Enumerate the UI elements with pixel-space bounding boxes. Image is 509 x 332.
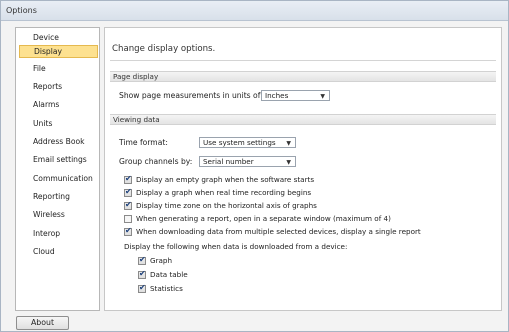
page-title: Change display options.: [112, 44, 216, 54]
units-dropdown[interactable]: Inches ▼: [261, 90, 330, 101]
check-icon: ✔: [139, 283, 146, 292]
time-format-dropdown[interactable]: Use system settings ▼: [199, 137, 296, 148]
time-format-label: Time format:: [119, 138, 168, 147]
checkbox-single-report[interactable]: ✔: [124, 226, 132, 236]
checkbox-statistics[interactable]: ✔: [138, 283, 146, 293]
check-icon: ✔: [139, 255, 146, 264]
sidebar: Device Display File Reports Alarms Units…: [15, 27, 100, 311]
about-button[interactable]: About: [16, 316, 69, 330]
checkbox-label: Display an empty graph when the software…: [136, 175, 315, 184]
options-window: Options Device Display File Reports Alar…: [0, 0, 509, 332]
checkbox-label: When generating a report, open in a sepa…: [136, 214, 391, 223]
checkbox-row-single-report[interactable]: ✔ When downloading data from multiple se…: [124, 226, 494, 237]
check-icon: ✔: [139, 269, 146, 278]
checkbox-row-time-zone[interactable]: ✔ Display time zone on the horizontal ax…: [124, 200, 494, 211]
checkbox-row-data-table[interactable]: ✔ Data table: [138, 269, 258, 280]
checkbox-label: Data table: [150, 270, 188, 279]
checkbox-realtime-graph[interactable]: ✔: [124, 187, 132, 197]
checkbox-row-graph[interactable]: ✔ Graph: [138, 255, 258, 266]
checkbox-time-zone[interactable]: ✔: [124, 200, 132, 210]
group-channels-dropdown[interactable]: Serial number ▼: [199, 156, 296, 167]
window-title: Options: [6, 6, 37, 15]
sidebar-item-wireless[interactable]: Wireless: [19, 208, 98, 221]
title-divider: [110, 60, 496, 61]
checkbox-label: When downloading data from multiple sele…: [136, 227, 421, 236]
sidebar-item-interop[interactable]: Interop: [19, 227, 98, 240]
group-channels-dropdown-value: Serial number: [203, 157, 254, 166]
sidebar-item-units[interactable]: Units: [19, 117, 98, 130]
sidebar-item-reports[interactable]: Reports: [19, 80, 98, 93]
download-options-label: Display the following when data is downl…: [124, 242, 348, 251]
units-label: Show page measurements in units of:: [119, 91, 263, 100]
sidebar-item-reporting[interactable]: Reporting: [19, 190, 98, 203]
chevron-down-icon: ▼: [286, 140, 291, 147]
check-icon: ✔: [125, 200, 132, 209]
checkbox-label: Statistics: [150, 284, 183, 293]
section-header-viewing-data: Viewing data: [110, 114, 496, 125]
checkbox-label: Display time zone on the horizontal axis…: [136, 201, 317, 210]
title-bar[interactable]: Options: [1, 1, 508, 21]
checkbox-row-realtime-graph[interactable]: ✔ Display a graph when real time recordi…: [124, 187, 494, 198]
checkbox-row-empty-graph[interactable]: ✔ Display an empty graph when the softwa…: [124, 174, 494, 185]
check-icon: ✔: [125, 187, 132, 196]
sidebar-item-cloud[interactable]: Cloud: [19, 245, 98, 258]
chevron-down-icon: ▼: [286, 159, 291, 166]
sidebar-item-address-book[interactable]: Address Book: [19, 135, 98, 148]
check-icon: ✔: [125, 226, 132, 235]
checkbox-data-table[interactable]: ✔: [138, 269, 146, 279]
sidebar-item-email-settings[interactable]: Email settings: [19, 153, 98, 166]
sidebar-item-communication[interactable]: Communication: [19, 172, 98, 185]
check-icon: ✔: [125, 174, 132, 183]
section-header-page-display: Page display: [110, 71, 496, 82]
group-channels-label: Group channels by:: [119, 157, 193, 166]
display-options-panel: Change display options. Page display Sho…: [104, 27, 502, 311]
sidebar-item-file[interactable]: File: [19, 62, 98, 75]
checkbox-empty-graph[interactable]: ✔: [124, 174, 132, 184]
sidebar-item-alarms[interactable]: Alarms: [19, 98, 98, 111]
sidebar-item-display[interactable]: Display: [19, 45, 98, 58]
chevron-down-icon: ▼: [320, 93, 325, 100]
checkbox-row-separate-window[interactable]: When generating a report, open in a sepa…: [124, 214, 494, 224]
checkbox-separate-window[interactable]: [124, 215, 132, 223]
checkbox-row-statistics[interactable]: ✔ Statistics: [138, 283, 258, 294]
checkbox-label: Display a graph when real time recording…: [136, 188, 312, 197]
sidebar-item-device[interactable]: Device: [19, 31, 98, 44]
checkbox-graph[interactable]: ✔: [138, 255, 146, 265]
units-dropdown-value: Inches: [265, 91, 289, 100]
time-format-dropdown-value: Use system settings: [203, 138, 276, 147]
checkbox-label: Graph: [150, 256, 173, 265]
